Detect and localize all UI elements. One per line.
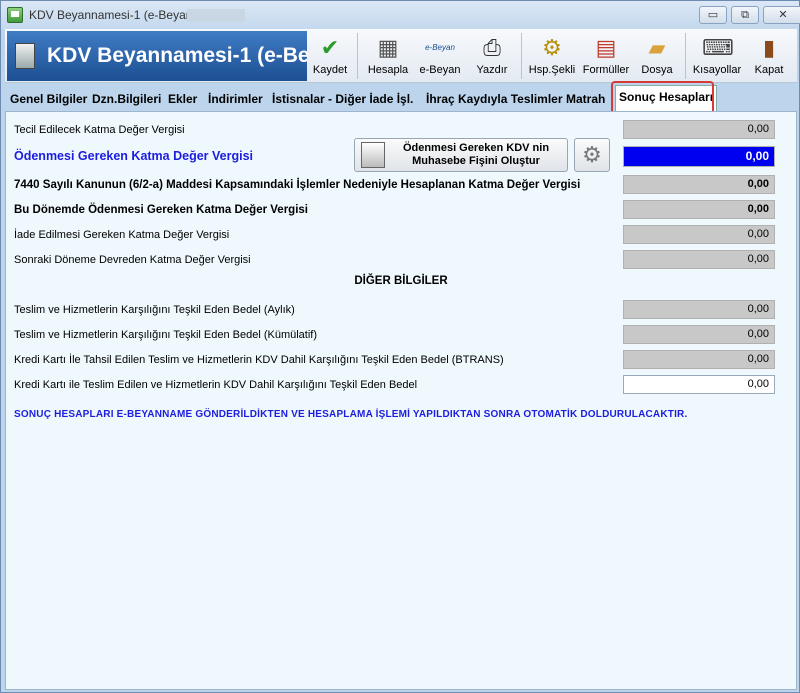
- field-teslim-kumulatif: 0,00: [623, 325, 775, 344]
- tab-genel-bilgiler[interactable]: Genel Bilgiler: [7, 88, 90, 110]
- tab-matrah[interactable]: Matrah: [563, 88, 608, 110]
- kisayollar-label: Kısayollar: [692, 64, 742, 76]
- formuller-button[interactable]: ▤ Formüller: [581, 31, 631, 81]
- tab-indirimler[interactable]: İndirimler: [205, 88, 266, 110]
- toolbar-separator: [521, 33, 522, 79]
- field-sonraki-doneme: 0,00: [623, 250, 775, 269]
- row-label-tecil: Tecil Edilecek Katma Değer Vergisi: [14, 124, 185, 136]
- field-kredi-karti-teslim[interactable]: 0,00: [623, 375, 775, 394]
- field-teslim-aylik: 0,00: [623, 300, 775, 319]
- active-tab-highlight: [611, 81, 714, 115]
- row-label-kredi-karti-teslim: Kredi Kartı ile Teslim Edilen ve Hizmetl…: [14, 379, 418, 391]
- row-label-bu-donemde: Bu Dönemde Ödenmesi Gereken Katma Değer …: [14, 204, 308, 216]
- muhasebe-fisi-button[interactable]: Ödenmesi Gereken KDV nin Muhasebe Fişini…: [354, 138, 568, 172]
- yazdir-button[interactable]: ⎙ Yazdır: [469, 31, 515, 81]
- tab-ekler[interactable]: Ekler: [165, 88, 200, 110]
- save-check-icon: ✔: [320, 35, 340, 60]
- info-note: SONUÇ HESAPLARI E-BEYANNAME GÖNDERİLDİKT…: [14, 409, 688, 420]
- field-bu-donemde: 0,00: [623, 200, 775, 219]
- app-icon: [7, 7, 23, 23]
- ebeyan-label: e-Beyan: [419, 64, 461, 76]
- sonuc-hesaplari-panel: Tecil Edilecek Katma Değer Vergisi 0,00 …: [5, 111, 797, 690]
- toolbar-separator: [357, 33, 358, 79]
- window-title: KDV Beyannamesi-1 (e-Beyan): [29, 8, 197, 22]
- printer-icon: ⎙: [483, 35, 501, 60]
- row-label-7440: 7440 Sayılı Kanunun (6/2-a) Maddesi Kaps…: [14, 179, 581, 191]
- dosya-button[interactable]: ▰ Dosya: [635, 31, 679, 81]
- title-bar[interactable]: KDV Beyannamesi-1 (e-Beyan) ▭ ⧉ ✕: [1, 1, 800, 29]
- kapat-label: Kapat: [754, 64, 784, 76]
- forms-icon: ▤: [595, 35, 617, 60]
- hsp-sekli-label: Hsp.Şekli: [528, 64, 576, 76]
- calculator-icon: ▦: [377, 35, 399, 60]
- row-label-kredi-karti-btrans: Kredi Kartı İle Tahsil Edilen Teslim ve …: [14, 354, 504, 366]
- kaydet-label: Kaydet: [312, 64, 348, 76]
- kaydet-button[interactable]: ✔ Kaydet: [307, 31, 353, 81]
- toolbar: KDV Beyannamesi-1 (e-Beyan) ✔ Kaydet ▦ H…: [5, 29, 797, 83]
- yazdir-label: Yazdır: [476, 64, 508, 76]
- hesapla-label: Hesapla: [367, 64, 409, 76]
- tab-ihrac-kaydiyla-teslimler[interactable]: İhraç Kaydıyla Teslimler: [423, 88, 566, 110]
- tab-dzn-bilgileri[interactable]: Dzn.Bilgileri: [89, 88, 164, 110]
- ebeyan-button[interactable]: e-Beyan e-Beyan: [415, 31, 465, 81]
- toolbar-separator: [685, 33, 686, 79]
- hsp-sekli-button[interactable]: ⚙ Hsp.Şekli: [527, 31, 577, 81]
- row-label-teslim-aylik: Teslim ve Hizmetlerin Karşılığını Teşkil…: [14, 304, 295, 316]
- formuller-label: Formüller: [582, 64, 630, 76]
- minimize-button[interactable]: ▭: [699, 6, 727, 24]
- document-icon: [15, 43, 35, 69]
- gear-icon: ⚙: [582, 142, 602, 167]
- dosya-label: Dosya: [641, 64, 673, 76]
- row-label-teslim-kumulatif: Teslim ve Hizmetlerin Karşılığını Teşkil…: [14, 329, 318, 341]
- exit-door-icon: ▮: [762, 35, 776, 60]
- restore-button[interactable]: ⧉: [731, 6, 759, 24]
- folder-icon: ▰: [648, 35, 666, 60]
- title-redaction: [187, 9, 245, 22]
- settings-gear-button[interactable]: ⚙: [574, 138, 610, 172]
- field-7440: 0,00: [623, 175, 775, 194]
- field-kredi-karti-btrans: 0,00: [623, 350, 775, 369]
- field-tecil: 0,00: [623, 120, 775, 139]
- brand-banner: KDV Beyannamesi-1 (e-Beyan): [7, 31, 307, 81]
- field-odenmesi-gereken: 0,00: [623, 146, 775, 167]
- app-window: KDV Beyannamesi-1 (e-Beyan) ▭ ⧉ ✕ KDV Be…: [0, 0, 800, 693]
- kisayollar-button[interactable]: ⌨ Kısayollar: [691, 31, 743, 81]
- muhasebe-fisi-label: Ödenmesi Gereken KDV nin Muhasebe Fişini…: [402, 142, 550, 167]
- tab-istisnalar[interactable]: İstisnalar - Diğer İade İşl.: [269, 88, 416, 110]
- brand-title: KDV Beyannamesi-1 (e-Beyan): [47, 44, 307, 67]
- row-label-odenmesi-gereken: Ödenmesi Gereken Katma Değer Vergisi: [14, 149, 253, 163]
- ebeyan-icon: e-Beyan: [425, 43, 455, 52]
- close-button[interactable]: ✕: [763, 6, 800, 24]
- kapat-button[interactable]: ▮ Kapat: [749, 31, 789, 81]
- row-label-sonraki-doneme: Sonraki Döneme Devreden Katma Değer Verg…: [14, 254, 251, 266]
- document-cabinet-icon: [361, 142, 385, 168]
- row-label-iade: İade Edilmesi Gereken Katma Değer Vergis…: [14, 229, 230, 241]
- keyboard-icon: ⌨: [702, 35, 734, 60]
- section-title-diger-bilgiler: DİĞER BİLGİLER: [354, 275, 448, 287]
- field-iade: 0,00: [623, 225, 775, 244]
- hesapla-button[interactable]: ▦ Hesapla: [363, 31, 413, 81]
- gears-icon: ⚙: [542, 35, 562, 60]
